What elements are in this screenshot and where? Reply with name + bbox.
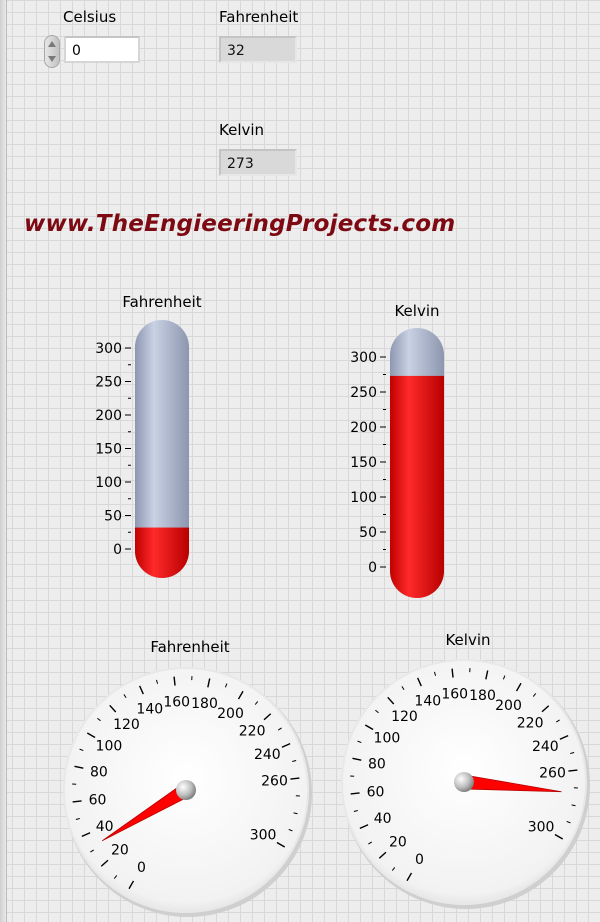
gauge-tick-label: 260 <box>261 774 288 790</box>
gauge-tick-label: 120 <box>391 709 418 725</box>
gauge-tick-label: 60 <box>367 784 385 800</box>
gauge-tick-label: 240 <box>254 747 281 763</box>
gauge-tick-label: 180 <box>191 696 218 712</box>
gauge-tick-label: 20 <box>389 835 407 851</box>
indicators-canvas: Fahrenheit050100150200250300Kelvin050100… <box>63 293 590 917</box>
thermometer-tick-label: 200 <box>350 420 377 436</box>
gauge-tick-label: 20 <box>111 843 129 859</box>
gauge-tick-label: 40 <box>374 811 392 827</box>
thermometer-tick-label: 0 <box>113 542 122 558</box>
gauge-tick-label: 300 <box>528 820 555 836</box>
gauge-tick-label: 60 <box>89 792 107 808</box>
gauge-major-tick <box>290 777 300 780</box>
gauge-kelvin: Kelvin 0 20 40 60 80 100 120140 160 180200220 240 2… <box>341 631 590 909</box>
gauge-tick-label: 220 <box>239 723 266 739</box>
gauge-major-tick <box>173 676 176 686</box>
gauge-major-tick <box>350 792 360 795</box>
thermometer-kelvin: Kelvin 0 50 100 150 200 250 300 <box>350 302 444 598</box>
gauge-tick-label: 100 <box>96 739 123 755</box>
gauge-tick-label: 240 <box>532 739 559 755</box>
gauge-major-tick <box>72 800 82 803</box>
gauge-tick-label: 80 <box>90 764 108 780</box>
thermometer-title: Kelvin <box>394 302 439 320</box>
gauge-tick-label: 260 <box>539 766 566 782</box>
gauge-fahrenheit: Fahrenheit 0 20 40 60 80 100 120140 160 180200220… <box>63 638 312 917</box>
gauge-tick-label: 300 <box>250 828 277 844</box>
thermometer-tick-label: 300 <box>350 350 377 366</box>
gauge-major-tick <box>451 668 454 678</box>
gauge-hub <box>454 772 474 792</box>
gauge-tick-label: 160 <box>441 686 468 702</box>
thermometer-tick-label: 250 <box>95 375 122 391</box>
gauge-tick-label: 0 <box>415 852 424 868</box>
gauge-tick-label: 100 <box>374 731 401 747</box>
thermometer-title: Fahrenheit <box>122 293 201 311</box>
gauge-tick-label: 0 <box>137 860 146 876</box>
thermometer-fill <box>390 375 444 598</box>
gauge-tick-label: 120 <box>113 717 140 733</box>
thermometer-tick-label: 150 <box>350 455 377 471</box>
thermometer-fill <box>135 527 189 578</box>
gauge-tick-label: 200 <box>217 706 244 722</box>
gauge-tick-label: 40 <box>96 819 114 835</box>
gauge-tick-label: 80 <box>368 756 386 772</box>
gauge-title: Fahrenheit <box>150 638 229 656</box>
thermometer-tick-label: 50 <box>104 509 122 525</box>
gauge-major-tick <box>568 769 578 772</box>
gauge-tick-label: 180 <box>469 688 496 704</box>
thermometer-tick-label: 250 <box>350 385 377 401</box>
thermometer-tick-label: 0 <box>368 560 377 576</box>
thermometer-tick-label: 150 <box>95 442 122 458</box>
gauge-tick-label: 160 <box>163 694 190 710</box>
gauge-title: Kelvin <box>445 631 490 649</box>
gauge-tick-label: 220 <box>517 715 544 731</box>
gauge-tick-label: 140 <box>136 702 163 718</box>
gauge-tick-label: 140 <box>414 694 441 710</box>
thermometer-tick-label: 200 <box>95 408 122 424</box>
gauge-tick-label: 200 <box>495 698 522 714</box>
gauge-hub <box>176 780 196 800</box>
thermometer-tick-label: 100 <box>350 490 377 506</box>
thermometer-tick-label: 100 <box>95 475 122 491</box>
thermometer-tick-label: 50 <box>359 525 377 541</box>
thermometer-fahrenheit: Fahrenheit 0 50 100 150 200 250 300 <box>95 293 202 578</box>
thermometer-tick-label: 300 <box>95 341 122 357</box>
